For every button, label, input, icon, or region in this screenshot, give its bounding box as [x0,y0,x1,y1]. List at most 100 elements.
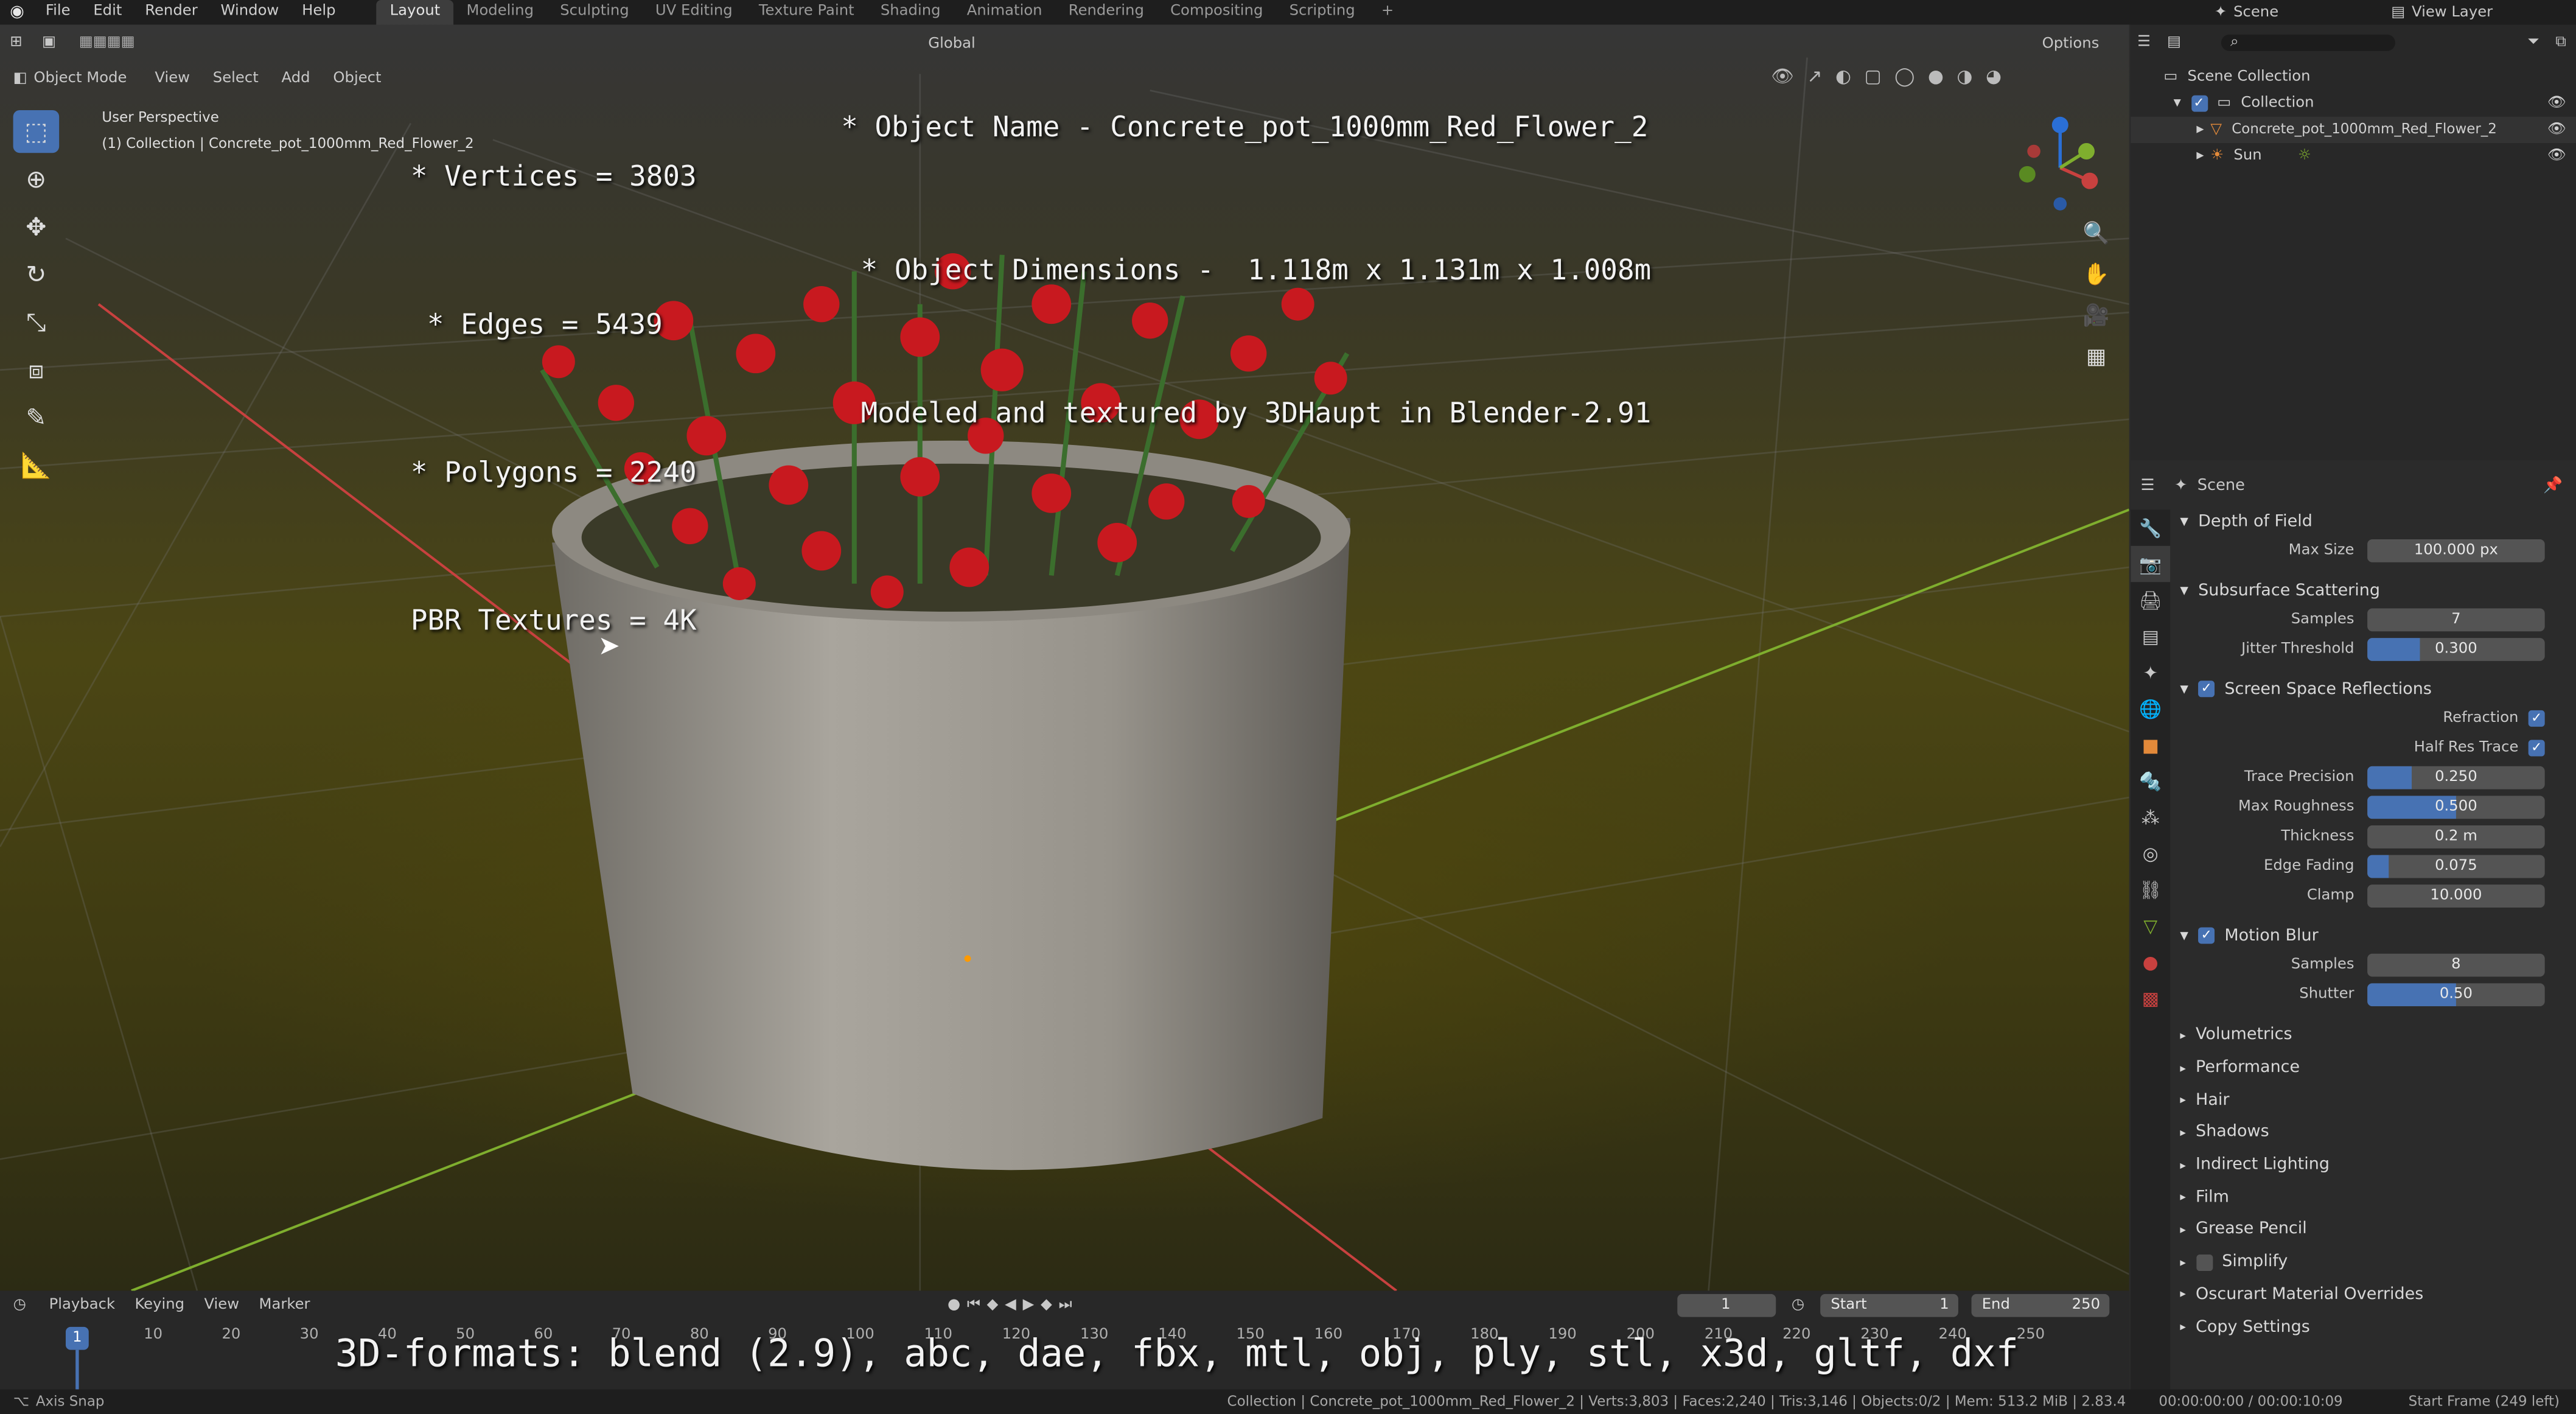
outliner-object-sun[interactable]: ▸ ☀ Sun ☼ 👁 [2131,143,2576,169]
solid-shading-icon[interactable]: ● [1928,66,1944,87]
mb-samples-field[interactable]: 8 [2367,953,2545,977]
gizmo-icon[interactable]: ↗ [1807,66,1822,87]
render-tab-icon[interactable]: 📷 [2131,545,2171,583]
pan-hand-icon[interactable]: ✋ [2080,263,2113,296]
dof-panel-header[interactable]: ▾ Depth of Field [2177,506,2571,536]
hair-panel-header[interactable]: ▸ Hair [2177,1084,2571,1116]
playhead[interactable]: 1 [65,1326,89,1350]
material-tab-icon[interactable]: ● [2131,943,2170,979]
menu-window[interactable]: Window [209,0,291,25]
navigation-gizmo[interactable] [2008,115,2113,239]
playback-menu[interactable]: Playback [49,1297,128,1314]
tool-tab-icon[interactable]: 🔧 [2131,509,2170,545]
3d-viewport[interactable]: ⊞ ▣ ▦▦▦▦ ◧ Object Mode View Select Add O… [0,24,2129,1291]
menu-help[interactable]: Help [290,0,347,25]
outliner-scene-collection[interactable]: ▭ Scene Collection [2131,64,2576,90]
performance-panel-header[interactable]: ▸ Performance [2177,1052,2571,1084]
sss-panel-header[interactable]: ▾ Subsurface Scattering [2177,575,2571,605]
shadows-panel-header[interactable]: ▸ Shadows [2177,1116,2571,1149]
display-mode-icon[interactable]: ▤ [2167,35,2181,51]
oscurart-panel-header[interactable]: ▸ Oscurart Material Overrides [2177,1278,2571,1311]
tab-modeling[interactable]: Modeling [453,0,547,25]
tab-animation[interactable]: Animation [954,0,1055,25]
timeline-view-menu[interactable]: View [204,1297,252,1314]
grease-pencil-panel-header[interactable]: ▸ Grease Pencil [2177,1214,2571,1246]
view-layer-name[interactable]: View Layer [2412,4,2576,21]
clamp-field[interactable]: 10.000 [2367,884,2545,908]
play-reverse-icon[interactable]: ◀ [1005,1297,1016,1314]
refraction-checkbox[interactable]: ✓ [2528,710,2545,727]
menu-select[interactable]: Select [201,71,270,87]
visibility-icon[interactable]: 👁 [1771,66,1794,87]
overlay-icon[interactable]: ◐ [1835,66,1851,87]
scene-tab-icon[interactable]: ✦ [2131,654,2170,690]
film-panel-header[interactable]: ▸ Film [2177,1181,2571,1214]
rotate-tool-icon[interactable]: ↻ [13,253,60,296]
timeline-editor-icon[interactable]: ◷ [13,1297,43,1314]
scene-icon[interactable]: ✦ [2208,4,2233,21]
material-shading-icon[interactable]: ◑ [1957,66,1973,87]
output-tab-icon[interactable]: 🖨 [2131,582,2170,618]
world-tab-icon[interactable]: 🌐 [2131,691,2170,727]
properties-editor-icon[interactable]: ☰ [2141,476,2155,494]
physics-tab-icon[interactable]: ◎ [2131,835,2170,871]
outliner-search-icon[interactable]: ⌕ [2220,34,2395,51]
tab-scripting[interactable]: Scripting [1276,0,1368,25]
data-tab-icon[interactable]: ▽ [2131,908,2170,943]
prev-keyframe-icon[interactable]: ◆ [987,1297,999,1314]
expand-arrow-icon[interactable]: ▸ [2196,148,2210,164]
menu-file[interactable]: File [34,0,82,25]
expand-arrow-icon[interactable]: ▸ [2196,122,2210,138]
menu-render[interactable]: Render [133,0,209,25]
record-icon[interactable]: ● [948,1297,960,1314]
select-tool-icon[interactable]: ▣ [32,35,66,51]
object-mode-dropdown[interactable]: Object Mode [33,71,143,87]
simplify-checkbox[interactable] [2196,1254,2213,1271]
thickness-field[interactable]: 0.2 m [2367,825,2545,849]
ssr-checkbox[interactable]: ✓ [2198,681,2215,698]
tab-compositing[interactable]: Compositing [1157,0,1276,25]
tab-shading[interactable]: Shading [867,0,954,25]
scale-tool-icon[interactable]: ⤡ [13,301,60,343]
max-roughness-slider[interactable]: 0.500 [2367,796,2545,819]
outliner-collection[interactable]: ▾ ✓ ▭ Collection 👁 [2131,91,2576,117]
object-eye-icon[interactable]: 👁 [2547,122,2576,138]
jump-end-icon[interactable]: ⏭ [1059,1297,1072,1314]
object-tab-icon[interactable]: ■ [2131,727,2170,763]
texture-tab-icon[interactable]: ▩ [2131,980,2170,1016]
tab-layout[interactable]: Layout [377,0,453,25]
collection-eye-icon[interactable]: 👁 [2547,96,2576,112]
outliner-object-pot[interactable]: ▸ ▽ Concrete_pot_1000mm_Red_Flower_2 👁 [2131,116,2576,144]
keying-menu[interactable]: Keying [134,1297,197,1314]
ortho-grid-icon[interactable]: ▦ [2080,345,2113,378]
view-layer-tab-icon[interactable]: ▤ [2131,618,2170,654]
motion-blur-panel-header[interactable]: ▾ ✓ Motion Blur [2177,921,2571,951]
tab-sculpting[interactable]: Sculpting [547,0,643,25]
move-tool-icon[interactable]: ✥ [13,206,60,248]
shutter-slider[interactable]: 0.50 [2367,983,2545,1007]
menu-add[interactable]: Add [270,71,322,87]
options-dropdown[interactable]: Options [2042,36,2100,52]
motion-blur-checkbox[interactable]: ✓ [2198,927,2215,944]
clock-icon[interactable]: ◷ [1782,1297,1815,1314]
edge-fading-slider[interactable]: 0.075 [2367,855,2545,878]
half-res-checkbox[interactable]: ✓ [2528,740,2545,757]
copy-settings-panel-header[interactable]: ▸ Copy Settings [2177,1311,2571,1343]
particles-tab-icon[interactable]: ⁂ [2131,799,2170,835]
camera-view-icon[interactable]: 🎥 [2080,304,2113,337]
measure-tool-icon[interactable]: 📐 [13,444,60,486]
cursor-tool-icon[interactable]: ⊕ [13,158,60,200]
scene-name[interactable]: Scene [2233,4,2384,21]
marker-menu[interactable]: Marker [259,1297,310,1314]
xray-icon[interactable]: ▢ [1864,66,1881,87]
sss-samples-field[interactable]: 7 [2367,608,2545,632]
volumetrics-panel-header[interactable]: ▸ Volumetrics [2177,1020,2571,1052]
add-workspace-icon[interactable]: + [1368,0,1407,25]
menu-edit[interactable]: Edit [82,0,133,25]
tab-uv-editing[interactable]: UV Editing [642,0,745,25]
select-box-tool-icon[interactable]: ⬚ [13,110,60,153]
simplify-panel-header[interactable]: ▸ Simplify [2177,1246,2571,1278]
annotate-tool-icon[interactable]: ✎ [13,396,60,439]
end-frame-field[interactable]: End 250 [1972,1293,2110,1317]
menu-view[interactable]: View [143,71,201,87]
